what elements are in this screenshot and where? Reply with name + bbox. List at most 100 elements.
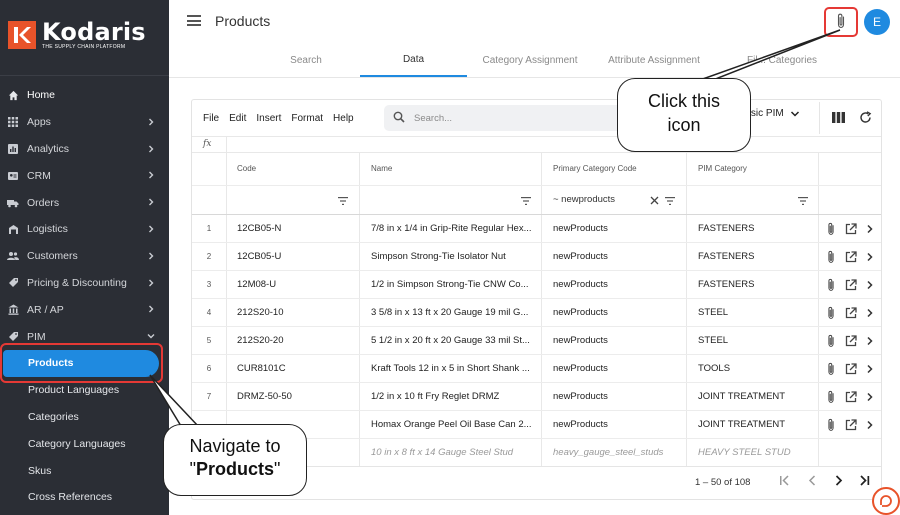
table-row[interactable]: 2 12CB05-U Simpson Strong-Tie Isolator Nut… [192,243,881,271]
paperclip-icon[interactable] [826,222,836,236]
menu-file[interactable]: File [203,113,219,124]
chevron-right-icon[interactable] [866,392,874,402]
open-in-new-icon[interactable] [845,223,857,235]
cell-pim-category[interactable]: STEEL [698,307,814,318]
columns-icon[interactable] [832,112,845,126]
table-row[interactable]: 4 212S20-10 3 5/8 in x 13 ft x 20 Gauge 19… [192,299,881,327]
brand-logo[interactable]: Kodaris THE SUPPLY CHAIN PLATFORM [8,19,146,51]
menu-icon[interactable] [187,15,201,26]
tab-search[interactable]: Search [255,44,357,77]
tab-filter-categories[interactable]: Fil... Categories [729,44,835,77]
sidebar-item-home[interactable]: Home [0,82,169,109]
open-in-new-icon[interactable] [845,335,857,347]
table-row[interactable]: 3 12M08-U 1/2 in Simpson Strong-Tie CNW Co… [192,271,881,299]
cell-primary-category[interactable]: newProducts [553,363,681,374]
cell-code[interactable]: CUR8101C [237,363,355,374]
open-in-new-icon[interactable] [845,251,857,263]
tab-data[interactable]: Data [360,44,467,77]
menu-format[interactable]: Format [291,113,323,124]
paperclip-icon[interactable] [826,250,836,264]
cell-code[interactable]: 12M08-U [237,279,355,290]
attachment-button[interactable] [824,7,858,37]
cell-primary-category[interactable]: newProducts [553,251,681,262]
cell-primary-category[interactable]: newProducts [553,335,681,346]
help-widget-icon[interactable] [872,487,900,515]
first-page-icon[interactable] [778,474,791,490]
cell-name[interactable]: Homax Orange Peel Oil Base Can 2... [371,419,535,430]
sidebar-item-customers[interactable]: Customers [0,243,169,270]
sidebar-item-skus[interactable]: Skus [0,457,169,484]
cell-name[interactable]: 7/8 in x 1/4 in Grip-Rite Regular Hex... [371,223,535,234]
column-header-code[interactable]: Code [237,164,256,173]
cell-pim-category[interactable]: STEEL [698,335,814,346]
cell-pim-category[interactable]: TOOLS [698,363,814,374]
cell-code[interactable]: 12CB05-U [237,251,355,262]
open-in-new-icon[interactable] [845,279,857,291]
paperclip-icon[interactable] [826,306,836,320]
menu-help[interactable]: Help [333,113,354,124]
paperclip-icon[interactable] [826,390,836,404]
filter-icon[interactable] [798,196,808,208]
sidebar-item-analytics[interactable]: Analytics [0,136,169,163]
menu-edit[interactable]: Edit [229,113,246,124]
table-row[interactable]: 7 DRMZ-50-50 1/2 in x 10 ft Fry Reglet DRM… [192,383,881,411]
paperclip-icon[interactable] [826,278,836,292]
refresh-icon[interactable] [859,111,872,127]
cell-name[interactable]: Simpson Strong-Tie Isolator Nut [371,251,535,262]
column-header-primary-category[interactable]: Primary Category Code [553,164,637,173]
sidebar-item-category-languages[interactable]: Category Languages [0,430,169,457]
search-input[interactable] [414,112,594,124]
cell-primary-category[interactable]: heavy_gauge_steel_studs [553,447,681,458]
chevron-right-icon[interactable] [866,224,874,234]
paperclip-icon[interactable] [826,334,836,348]
cell-pim-category[interactable]: FASTENERS [698,223,814,234]
cell-pim-category[interactable]: FASTENERS [698,251,814,262]
paperclip-icon[interactable] [826,362,836,376]
tab-category-assignment[interactable]: Category Assignment [473,44,587,77]
table-row[interactable]: 6 CUR8101C Kraft Tools 12 in x 5 in Short … [192,355,881,383]
chevron-right-icon[interactable] [866,420,874,430]
sidebar-item-ar-ap[interactable]: AR / AP [0,296,169,323]
open-in-new-icon[interactable] [845,391,857,403]
filter-icon[interactable] [521,196,531,208]
cell-pim-category[interactable]: FASTENERS [698,279,814,290]
cell-code[interactable]: 212S20-10 [237,307,355,318]
sidebar-item-orders[interactable]: Orders [0,189,169,216]
sidebar-item-pricing[interactable]: Pricing & Discounting [0,270,169,297]
cell-pim-category[interactable]: JOINT TREATMENT [698,419,814,430]
cell-name[interactable]: Kraft Tools 12 in x 5 in Short Shank ... [371,363,535,374]
chevron-right-icon[interactable] [866,336,874,346]
cell-name[interactable]: 3 5/8 in x 13 ft x 20 Gauge 19 mil G... [371,307,535,318]
column-header-pim-category[interactable]: PIM Category [698,164,747,173]
sidebar-item-logistics[interactable]: Logistics [0,216,169,243]
paperclip-icon[interactable] [826,418,836,432]
cell-name[interactable]: 5 1/2 in x 20 ft x 20 Gauge 33 mil St... [371,335,535,346]
tab-attribute-assignment[interactable]: Attribute Assignment [598,44,710,77]
cell-pim-category[interactable]: HEAVY STEEL STUD [698,447,814,458]
chevron-right-icon[interactable] [866,252,874,262]
cell-code[interactable]: DRMZ-50-50 [237,391,355,402]
next-page-icon[interactable] [832,474,845,490]
open-in-new-icon[interactable] [845,419,857,431]
cell-name[interactable]: 10 in x 8 ft x 14 Gauge Steel Stud [371,447,535,458]
cell-primary-category[interactable]: newProducts [553,307,681,318]
cell-primary-category[interactable]: newProducts [553,279,681,290]
cell-code[interactable]: 12CB05-N [237,223,355,234]
chevron-right-icon[interactable] [866,280,874,290]
open-in-new-icon[interactable] [845,363,857,375]
sidebar-item-crm[interactable]: CRM [0,162,169,189]
chevron-right-icon[interactable] [866,364,874,374]
filter-icon[interactable] [665,196,675,208]
filter-icon[interactable] [338,196,348,208]
table-row[interactable]: 1 12CB05-N 7/8 in x 1/4 in Grip-Rite Regul… [192,215,881,243]
previous-page-icon[interactable] [806,474,819,490]
cell-name[interactable]: 1/2 in x 10 ft Fry Reglet DRMZ [371,391,535,402]
menu-insert[interactable]: Insert [256,113,281,124]
cell-pim-category[interactable]: JOINT TREATMENT [698,391,814,402]
avatar[interactable]: E [864,9,890,35]
sidebar-item-cross-references[interactable]: Cross References [0,484,169,511]
chevron-right-icon[interactable] [866,308,874,318]
table-row[interactable]: 5 212S20-20 5 1/2 in x 20 ft x 20 Gauge 33… [192,327,881,355]
formula-bar[interactable]: fx [192,136,881,153]
column-header-name[interactable]: Name [371,164,392,173]
